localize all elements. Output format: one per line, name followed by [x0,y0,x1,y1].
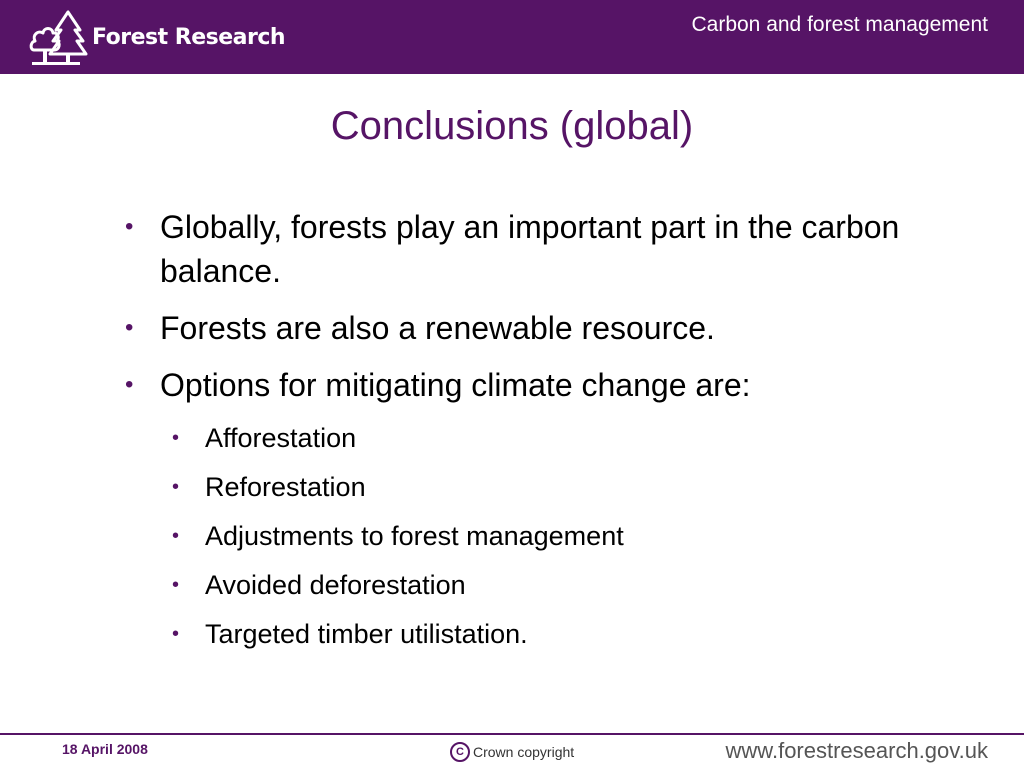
sub-bullet-item: • Avoided deforestation [172,567,940,603]
sub-bullet-text: Adjustments to forest management [205,521,624,551]
sub-bullet-marker: • [172,574,180,596]
sub-bullet-text: Reforestation [205,472,366,502]
footer-copyright: C Crown copyright [450,742,574,762]
bullet-item: • Options for mitigating climate change … [120,363,940,407]
sub-bullet-text: Afforestation [205,423,357,453]
sub-bullet-marker: • [172,476,180,498]
bullet-marker: • [125,314,134,341]
header-bar: Forest Research Carbon and forest manage… [0,0,1024,74]
sub-bullet-item: • Reforestation [172,469,940,505]
sub-bullet-item: • Targeted timber utilistation. [172,616,940,652]
footer-date: 18 April 2008 [62,741,148,757]
footer-divider [0,733,1024,735]
sub-bullet-marker: • [172,623,180,645]
copyright-text: Crown copyright [473,744,575,760]
footer-url-link[interactable]: www.forestresearch.gov.uk [726,738,988,764]
sub-bullet-item: • Adjustments to forest management [172,518,940,554]
bullet-item: • Globally, forests play an important pa… [120,205,940,293]
slide-content: • Globally, forests play an important pa… [120,205,940,665]
sub-bullet-marker: • [172,427,180,449]
sub-bullet-marker: • [172,525,180,547]
bullet-text: Options for mitigating climate change ar… [160,367,751,403]
bullet-marker: • [125,371,134,398]
bullet-item: • Forests are also a renewable resource. [120,306,940,350]
bullet-text: Globally, forests play an important part… [160,209,900,289]
presentation-title: Carbon and forest management [691,13,988,36]
sub-bullet-item: • Afforestation [172,420,940,456]
slide-title: Conclusions (global) [330,104,694,148]
bullet-text: Forests are also a renewable resource. [160,310,715,346]
tree-logo-icon [29,10,88,65]
bullet-marker: • [125,213,134,240]
copyright-icon: C [450,742,470,762]
sub-bullet-text: Avoided deforestation [205,570,466,600]
forest-research-logo[interactable]: Forest Research [28,8,288,66]
logo-text: Forest Research [92,24,286,50]
sub-bullet-text: Targeted timber utilistation. [205,619,528,649]
